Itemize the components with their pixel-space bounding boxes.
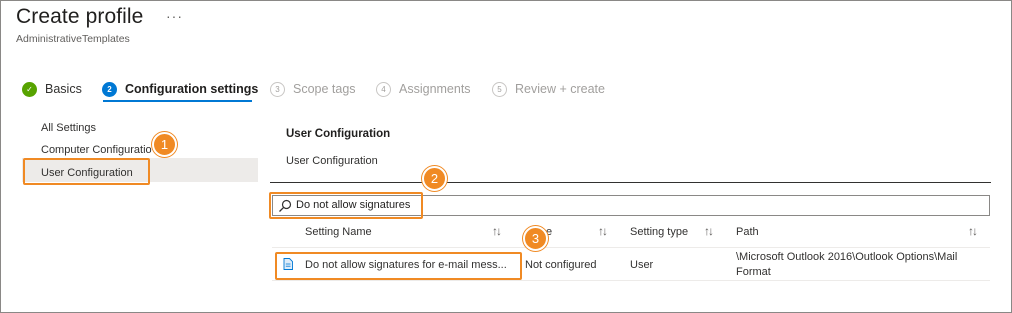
table-header-divider (272, 247, 990, 248)
sort-icon[interactable]: ↑↓ (598, 224, 608, 238)
step-label: Review + create (515, 82, 605, 96)
column-header-path[interactable]: Path (736, 226, 759, 238)
callout-badge-2: 2 (422, 166, 447, 191)
table-row-path-continued: Format (736, 266, 771, 278)
sort-icon[interactable]: ↑↓ (492, 224, 502, 238)
more-options-button[interactable]: ··· (166, 8, 183, 24)
page-subtitle: AdministrativeTemplates (16, 33, 130, 45)
step-number-icon: 2 (102, 81, 117, 97)
callout-box-user-configuration (23, 158, 150, 185)
step-scope-tags[interactable]: 3 Scope tags (270, 78, 356, 100)
breadcrumb: User Configuration (286, 155, 378, 167)
callout-badge-1: 1 (152, 132, 177, 157)
step-number-icon: 3 (270, 81, 285, 97)
step-review-create[interactable]: 5 Review + create (492, 78, 605, 100)
section-divider (270, 182, 991, 183)
step-assignments[interactable]: 4 Assignments (376, 78, 471, 100)
page-title: Create profile (16, 5, 144, 28)
step-label: Scope tags (293, 82, 356, 96)
sort-icon[interactable]: ↑↓ (968, 224, 978, 238)
nav-item-computer-configuration[interactable]: Computer Configuratio (41, 144, 152, 156)
check-icon: ✓ (22, 81, 37, 97)
nav-item-all-settings[interactable]: All Settings (41, 122, 96, 134)
step-number-icon: 4 (376, 81, 391, 97)
sort-icon[interactable]: ↑↓ (704, 224, 714, 238)
step-basics[interactable]: ✓ Basics (22, 78, 82, 100)
step-label: Configuration settings (125, 82, 259, 96)
step-label: Basics (45, 82, 82, 96)
active-step-indicator (103, 100, 252, 102)
column-header-setting-type[interactable]: Setting type (630, 226, 688, 238)
section-title: User Configuration (286, 128, 391, 140)
table-row-setting-type: User (630, 259, 654, 271)
callout-box-search (269, 192, 423, 219)
step-number-icon: 5 (492, 81, 507, 97)
callout-box-setting-row (275, 252, 522, 280)
step-label: Assignments (399, 82, 471, 96)
callout-badge-3: 3 (523, 226, 548, 251)
column-header-setting-name[interactable]: Setting Name (305, 226, 372, 238)
table-row-state: Not configured (525, 259, 597, 271)
table-row-path: \Microsoft Outlook 2016\Outlook Options\… (736, 251, 958, 263)
table-row-divider (272, 280, 990, 281)
step-configuration-settings[interactable]: 2 Configuration settings (102, 78, 258, 100)
